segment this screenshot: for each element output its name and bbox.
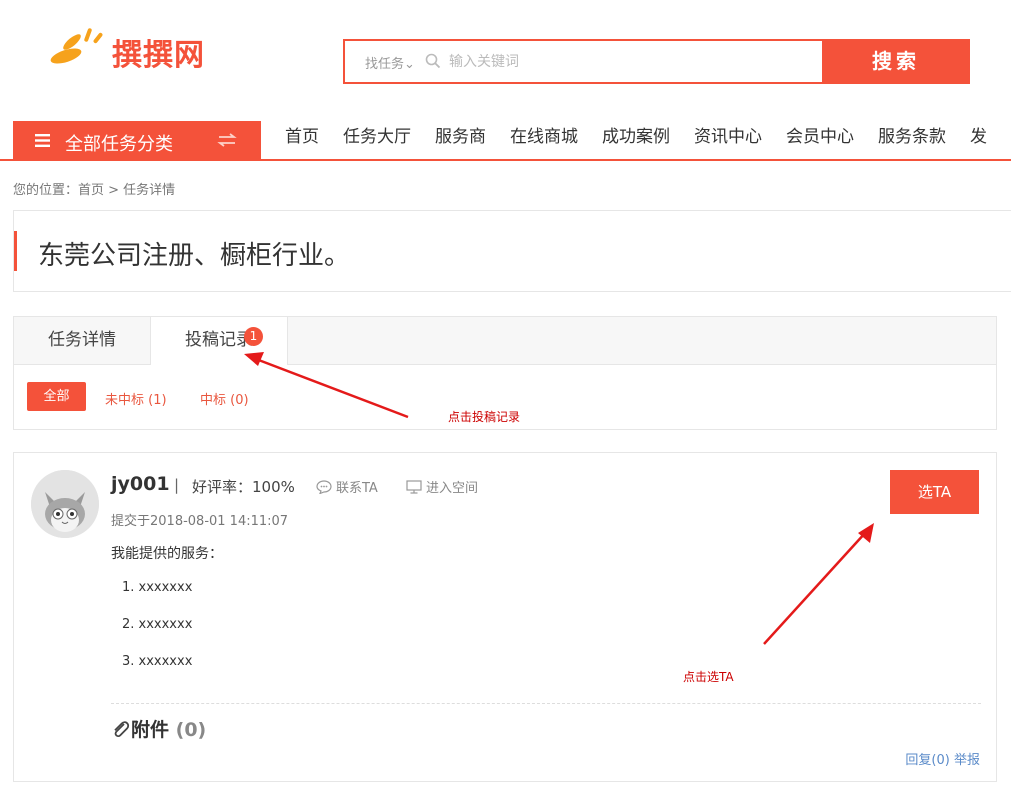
filter-unselected[interactable]: 未中标 (1) [105,389,167,408]
space-label: 进入空间 [426,481,479,496]
attachments-count: (0) [175,719,207,741]
task-title-box: 东莞公司注册、橱柜行业。 [13,210,1011,292]
paperclip-icon [114,721,130,738]
tab-submissions[interactable]: 投稿记录 [150,317,288,365]
bidder-username[interactable]: jy001 [111,473,170,495]
bid-actions: 回复(0) 举报 [905,749,980,768]
nav-item-home[interactable]: 首页 [285,122,319,150]
rating: 好评率：100% [192,478,295,496]
nav-item-mall[interactable]: 在线商城 [510,122,578,150]
menu-icon [35,134,50,147]
attachments-heading: 附件 (0) [111,715,206,742]
nav-item-post[interactable]: 发 [970,122,987,150]
nav-item-member[interactable]: 会员中心 [786,122,854,150]
sun-logo-icon [50,28,103,64]
logo[interactable]: 撰撰网 [50,24,250,76]
title-accent-bar [14,231,17,271]
nav-item-terms[interactable]: 服务条款 [878,122,946,150]
services-label: 我能提供的服务： [111,546,223,562]
breadcrumb: 您的位置：首页 > 任务详情 [13,183,176,198]
all-categories-label: 全部任务分类 [65,134,173,155]
report-link[interactable]: 举报 [954,753,980,768]
chevron-down-icon: ⌄ [404,57,415,72]
nav-item-task-hall[interactable]: 任务大厅 [343,122,411,150]
divider [111,703,981,704]
nav-divider [0,159,1011,161]
annotation-click-records: 点击投稿记录 [448,410,521,424]
main-nav: 首页 任务大厅 服务商 在线商城 成功案例 资讯中心 会员中心 服务条款 发 [273,122,999,150]
page-title: 东莞公司注册、橱柜行业。 [38,241,351,271]
service-item: 3. xxxxxxx [122,654,193,669]
bid-card: jy001 | 好评率：100% 联系TA 进入空间 提交于2018-08-01… [13,452,997,782]
nav-item-providers[interactable]: 服务商 [435,122,486,150]
switch-arrows-icon [217,133,237,147]
attachments-label: 附件 [131,719,170,741]
submitted-time: 提交于2018-08-01 14:11:07 [111,514,289,529]
logo-text: 撰撰网 [112,38,205,73]
reply-link[interactable]: 回复(0) [905,753,949,768]
submissions-count-badge: 1 [244,327,263,346]
all-categories-button[interactable]: 全部任务分类 [13,121,261,161]
search-input[interactable] [447,49,811,75]
contact-label: 联系TA [336,481,378,496]
service-item: 1. xxxxxxx [122,580,193,595]
nav-item-cases[interactable]: 成功案例 [602,122,670,150]
tab-bar: 任务详情 投稿记录 1 [14,317,996,365]
search-bar: 找任务⌄ 搜索 [343,39,970,84]
chat-bubble-icon [316,480,332,495]
search-type-label: 找任务 [365,57,405,72]
filter-selected[interactable]: 中标 (0) [200,389,249,408]
search-button[interactable]: 搜索 [822,39,970,84]
choose-ta-button[interactable]: 选TA [890,470,979,514]
search-type-dropdown[interactable]: 找任务⌄ [365,53,415,72]
separator: | [174,476,180,494]
annotation-click-choose: 点击选TA [683,670,734,684]
space-link[interactable]: 进入空间 [406,477,478,496]
nav-item-news[interactable]: 资讯中心 [694,122,762,150]
cat-avatar-icon [31,470,99,538]
tab-submissions-label: 投稿记录 [185,330,253,350]
contact-link[interactable]: 联系TA [316,477,378,496]
filter-all-button[interactable]: 全部 [27,382,86,411]
search-icon [425,53,441,69]
tab-task-details[interactable]: 任务详情 [14,317,150,364]
service-item: 2. xxxxxxx [122,617,193,632]
avatar[interactable] [31,470,99,538]
monitor-icon [406,480,422,494]
